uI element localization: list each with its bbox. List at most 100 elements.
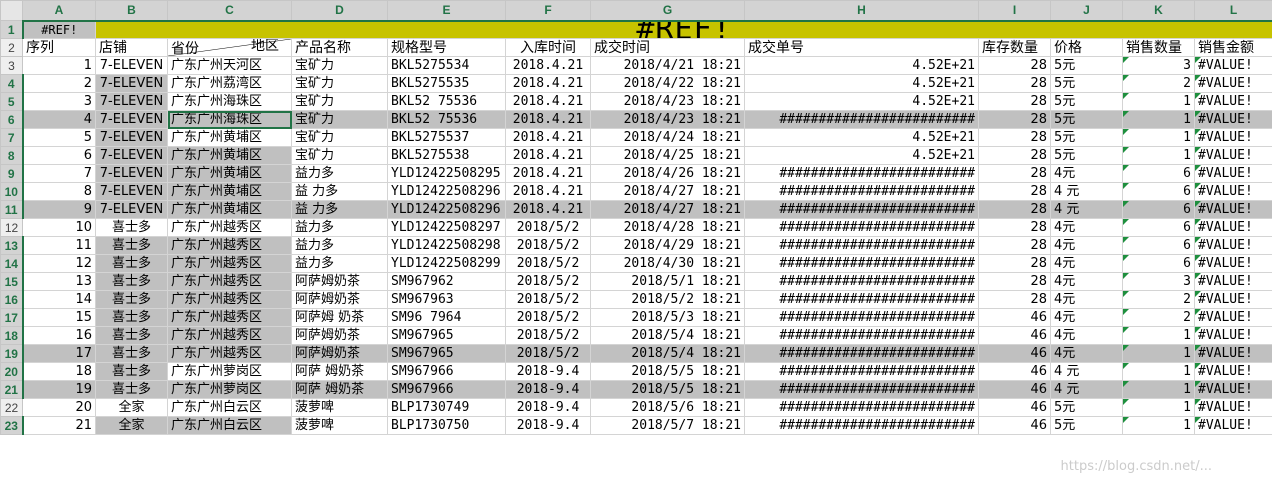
cell-region[interactable]: 广东广州白云区 bbox=[167, 398, 292, 417]
column-header-a[interactable]: A bbox=[22, 0, 96, 22]
row-header[interactable]: 20 bbox=[0, 362, 24, 381]
cell-stock-qty[interactable]: 28 bbox=[978, 254, 1051, 273]
cell-stock-qty[interactable]: 46 bbox=[978, 362, 1051, 381]
cell-order-no[interactable]: ######################### bbox=[744, 164, 979, 183]
header-cell-sequence[interactable]: 序列 bbox=[22, 38, 96, 57]
cell-model[interactable]: BLP1730750 bbox=[387, 416, 506, 435]
cell-store[interactable]: 7-ELEVEN bbox=[95, 128, 168, 147]
column-header-g[interactable]: G bbox=[590, 0, 745, 22]
cell-deal-time[interactable]: 2018/5/5 18:21 bbox=[590, 380, 745, 399]
cell-sequence[interactable]: 8 bbox=[22, 182, 96, 201]
cell-price[interactable]: 5元 bbox=[1050, 128, 1123, 147]
column-header-l[interactable]: L bbox=[1194, 0, 1272, 22]
cell-sales-amount[interactable]: #VALUE! bbox=[1194, 56, 1272, 75]
cell-product[interactable]: 菠萝啤 bbox=[291, 398, 388, 417]
cell-region[interactable]: 广东广州黄埔区 bbox=[167, 182, 292, 201]
cell-region[interactable]: 广东广州越秀区 bbox=[167, 236, 292, 255]
cell-sales-qty[interactable]: 1 bbox=[1122, 92, 1195, 111]
cell-sales-amount[interactable]: #VALUE! bbox=[1194, 254, 1272, 273]
cell-model[interactable]: BKL52 75536 bbox=[387, 110, 506, 129]
cell-sequence[interactable]: 11 bbox=[22, 236, 96, 255]
cell-stock-qty[interactable]: 28 bbox=[978, 56, 1051, 75]
cell-region[interactable]: 广东广州萝岗区 bbox=[167, 362, 292, 381]
cell-product[interactable]: 益力多 bbox=[291, 236, 388, 255]
cell-store[interactable]: 喜士多 bbox=[95, 344, 168, 363]
cell-stock-qty[interactable]: 28 bbox=[978, 200, 1051, 219]
cell-order-no[interactable]: ######################### bbox=[744, 344, 979, 363]
cell-sales-qty[interactable]: 1 bbox=[1122, 380, 1195, 399]
select-all-corner[interactable] bbox=[0, 0, 23, 21]
cell-price[interactable]: 4元 bbox=[1050, 290, 1123, 309]
cell-deal-time[interactable]: 2018/5/4 18:21 bbox=[590, 344, 745, 363]
cell-region[interactable]: 广东广州越秀区 bbox=[167, 308, 292, 327]
cell-stock-qty[interactable]: 46 bbox=[978, 416, 1051, 435]
cell-price[interactable]: 4元 bbox=[1050, 308, 1123, 327]
cell-model[interactable]: YLD12422508296 bbox=[387, 200, 506, 219]
cell-sales-amount[interactable]: #VALUE! bbox=[1194, 74, 1272, 93]
cell-stock-qty[interactable]: 46 bbox=[978, 308, 1051, 327]
cell-sales-amount[interactable]: #VALUE! bbox=[1194, 146, 1272, 165]
column-header-f[interactable]: F bbox=[505, 0, 591, 22]
cell-stock-qty[interactable]: 28 bbox=[978, 236, 1051, 255]
cell-stock-in-time[interactable]: 2018.4.21 bbox=[505, 200, 591, 219]
cell-stock-qty[interactable]: 46 bbox=[978, 380, 1051, 399]
cell-region[interactable]: 广东广州黄埔区 bbox=[167, 164, 292, 183]
column-header-i[interactable]: I bbox=[978, 0, 1051, 22]
cell-order-no[interactable]: ######################### bbox=[744, 182, 979, 201]
cell-store[interactable]: 喜士多 bbox=[95, 380, 168, 399]
cell-sales-amount[interactable]: #VALUE! bbox=[1194, 326, 1272, 345]
row-header[interactable]: 4 bbox=[0, 74, 24, 93]
cell-sequence[interactable]: 13 bbox=[22, 272, 96, 291]
cell-stock-qty[interactable]: 28 bbox=[978, 92, 1051, 111]
cell-region[interactable]: 广东广州越秀区 bbox=[167, 290, 292, 309]
cell-deal-time[interactable]: 2018/4/23 18:21 bbox=[590, 110, 745, 129]
column-header-j[interactable]: J bbox=[1050, 0, 1123, 22]
cell-region[interactable]: 广东广州越秀区 bbox=[167, 218, 292, 237]
cell-region[interactable]: 广东广州越秀区 bbox=[167, 254, 292, 273]
cell-product[interactable]: 宝矿力 bbox=[291, 92, 388, 111]
cell-order-no[interactable]: 4.52E+21 bbox=[744, 146, 979, 165]
column-header-d[interactable]: D bbox=[291, 0, 388, 22]
cell-model[interactable]: BKL5275534 bbox=[387, 56, 506, 75]
row-header[interactable]: 21 bbox=[0, 380, 24, 399]
cell-product[interactable]: 宝矿力 bbox=[291, 146, 388, 165]
cell-order-no[interactable]: ######################### bbox=[744, 326, 979, 345]
cell-order-no[interactable]: ######################### bbox=[744, 218, 979, 237]
cell-stock-in-time[interactable]: 2018.4.21 bbox=[505, 146, 591, 165]
cell-deal-time[interactable]: 2018/5/4 18:21 bbox=[590, 326, 745, 345]
row-header[interactable]: 9 bbox=[0, 164, 24, 183]
cell-deal-time[interactable]: 2018/4/28 18:21 bbox=[590, 218, 745, 237]
cell-store[interactable]: 全家 bbox=[95, 398, 168, 417]
cell-model[interactable]: SM967966 bbox=[387, 362, 506, 381]
cell-sequence[interactable]: 18 bbox=[22, 362, 96, 381]
header-cell-product[interactable]: 产品名称 bbox=[291, 38, 388, 57]
cell-deal-time[interactable]: 2018/4/23 18:21 bbox=[590, 92, 745, 111]
cell-store[interactable]: 7-ELEVEN bbox=[95, 56, 168, 75]
cell-sales-amount[interactable]: #VALUE! bbox=[1194, 182, 1272, 201]
cell-sales-qty[interactable]: 2 bbox=[1122, 74, 1195, 93]
cell-region[interactable]: 广东广州海珠区 bbox=[167, 92, 292, 111]
sheet-title-cell[interactable]: #REF! bbox=[95, 20, 1272, 39]
cell-sequence[interactable]: 6 bbox=[22, 146, 96, 165]
cell-sales-qty[interactable]: 6 bbox=[1122, 164, 1195, 183]
row-header[interactable]: 7 bbox=[0, 128, 24, 147]
cell-store[interactable]: 7-ELEVEN bbox=[95, 74, 168, 93]
cell-region[interactable]: 广东广州黄埔区 bbox=[167, 128, 292, 147]
cell-sales-qty[interactable]: 6 bbox=[1122, 254, 1195, 273]
header-cell-price[interactable]: 价格 bbox=[1050, 38, 1123, 57]
cell-price[interactable]: 5元 bbox=[1050, 74, 1123, 93]
cell-stock-qty[interactable]: 46 bbox=[978, 344, 1051, 363]
cell-sequence[interactable]: 2 bbox=[22, 74, 96, 93]
cell-deal-time[interactable]: 2018/4/26 18:21 bbox=[590, 164, 745, 183]
cell-stock-in-time[interactable]: 2018/5/2 bbox=[505, 308, 591, 327]
cell-region[interactable]: 广东广州白云区 bbox=[167, 416, 292, 435]
cell-deal-time[interactable]: 2018/4/24 18:21 bbox=[590, 128, 745, 147]
cell-product[interactable]: 宝矿力 bbox=[291, 56, 388, 75]
cell-stock-in-time[interactable]: 2018.4.21 bbox=[505, 110, 591, 129]
cell-stock-in-time[interactable]: 2018/5/2 bbox=[505, 218, 591, 237]
cell-sequence[interactable]: 21 bbox=[22, 416, 96, 435]
cell-store[interactable]: 喜士多 bbox=[95, 326, 168, 345]
cell-sales-amount[interactable]: #VALUE! bbox=[1194, 308, 1272, 327]
cell-price[interactable]: 4元 bbox=[1050, 272, 1123, 291]
cell-product[interactable]: 益力多 bbox=[291, 164, 388, 183]
